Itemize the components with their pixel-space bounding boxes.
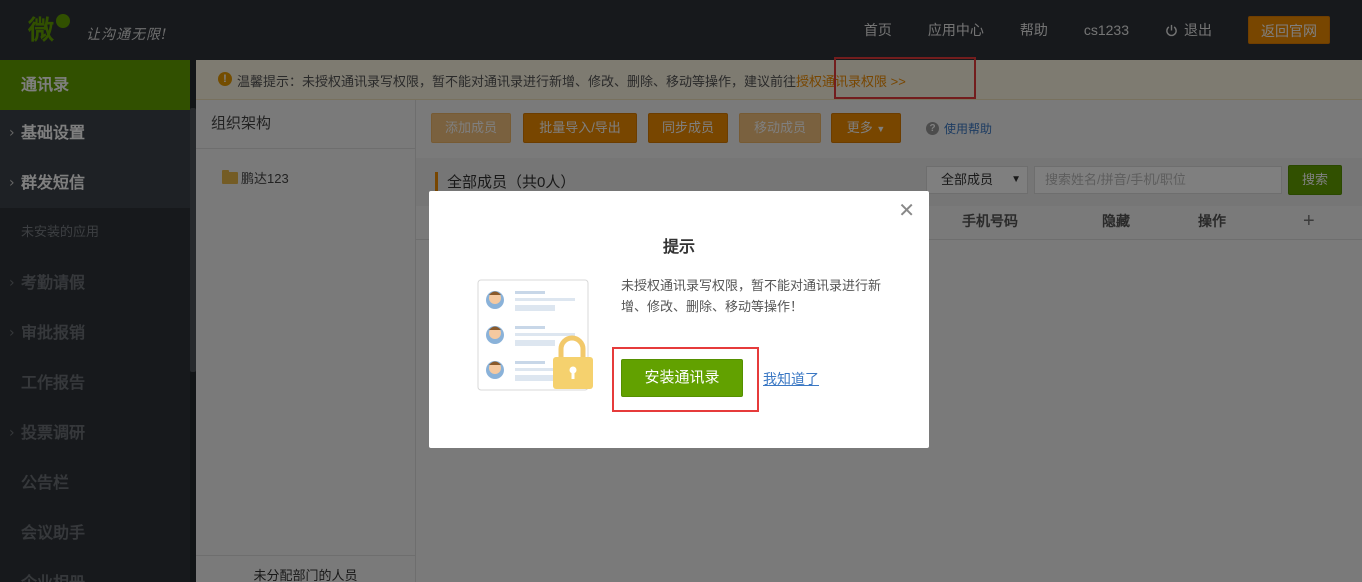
dialog-title: 提示 bbox=[662, 239, 695, 256]
close-icon[interactable]: ✕ bbox=[898, 201, 915, 221]
got-it-link[interactable]: 我知道了 bbox=[763, 369, 819, 389]
highlight-box-install-button bbox=[612, 347, 759, 412]
dialog-message: 未授权通讯录写权限，暂不能对通讯录进行新增、修改、删除、移动等操作！ bbox=[621, 278, 882, 314]
contacts-lock-illustration-icon bbox=[477, 279, 593, 391]
